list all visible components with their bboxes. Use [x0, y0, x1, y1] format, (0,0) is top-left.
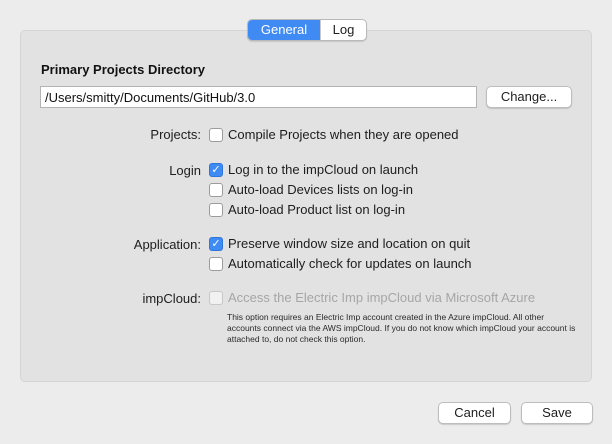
autoload-devices-option[interactable]: Auto-load Devices lists on log-in [209, 182, 413, 197]
login-on-launch-checkbox[interactable]: ✓ [209, 162, 223, 177]
azure-checkbox [209, 290, 223, 305]
autoload-devices-checkbox[interactable] [209, 182, 223, 197]
login-on-launch-option[interactable]: ✓ Log in to the impCloud on launch [209, 162, 418, 177]
cancel-button[interactable]: Cancel [438, 402, 511, 424]
compile-on-open-checkbox[interactable] [209, 127, 223, 142]
check-updates-checkbox[interactable] [209, 256, 223, 271]
tab-log[interactable]: Log [320, 20, 366, 40]
preserve-window-label: Preserve window size and location on qui… [228, 236, 471, 251]
directory-path-field[interactable] [40, 86, 477, 108]
preferences-window: General Log Primary Projects Directory C… [0, 0, 612, 444]
directory-heading: Primary Projects Directory [41, 62, 206, 77]
azure-option: Access the Electric Imp impCloud via Mic… [209, 290, 535, 305]
impcloud-label: impCloud: [142, 291, 201, 306]
tab-bar: General Log [247, 19, 367, 41]
autoload-products-option[interactable]: Auto-load Product list on log-in [209, 202, 405, 217]
check-updates-option[interactable]: Automatically check for updates on launc… [209, 256, 472, 271]
projects-label: Projects: [150, 127, 201, 142]
save-button[interactable]: Save [521, 402, 593, 424]
tab-general[interactable]: General [248, 20, 320, 40]
autoload-products-label: Auto-load Product list on log-in [228, 202, 406, 217]
login-label: Login [169, 163, 201, 178]
azure-help-text: This option requires an Electric Imp acc… [227, 312, 576, 344]
checkmark-icon: ✓ [211, 237, 221, 250]
azure-label: Access the Electric Imp impCloud via Mic… [228, 290, 536, 305]
compile-on-open-option[interactable]: Compile Projects when they are opened [209, 127, 459, 142]
change-button[interactable]: Change... [486, 86, 572, 108]
application-label: Application: [133, 237, 201, 252]
checkmark-icon: ✓ [211, 163, 221, 176]
autoload-products-checkbox[interactable] [209, 202, 223, 217]
preserve-window-option[interactable]: ✓ Preserve window size and location on q… [209, 236, 470, 251]
compile-on-open-label: Compile Projects when they are opened [228, 127, 459, 142]
autoload-devices-label: Auto-load Devices lists on log-in [228, 182, 413, 197]
preserve-window-checkbox[interactable]: ✓ [209, 236, 223, 251]
login-on-launch-label: Log in to the impCloud on launch [228, 162, 419, 177]
check-updates-label: Automatically check for updates on launc… [228, 256, 472, 271]
